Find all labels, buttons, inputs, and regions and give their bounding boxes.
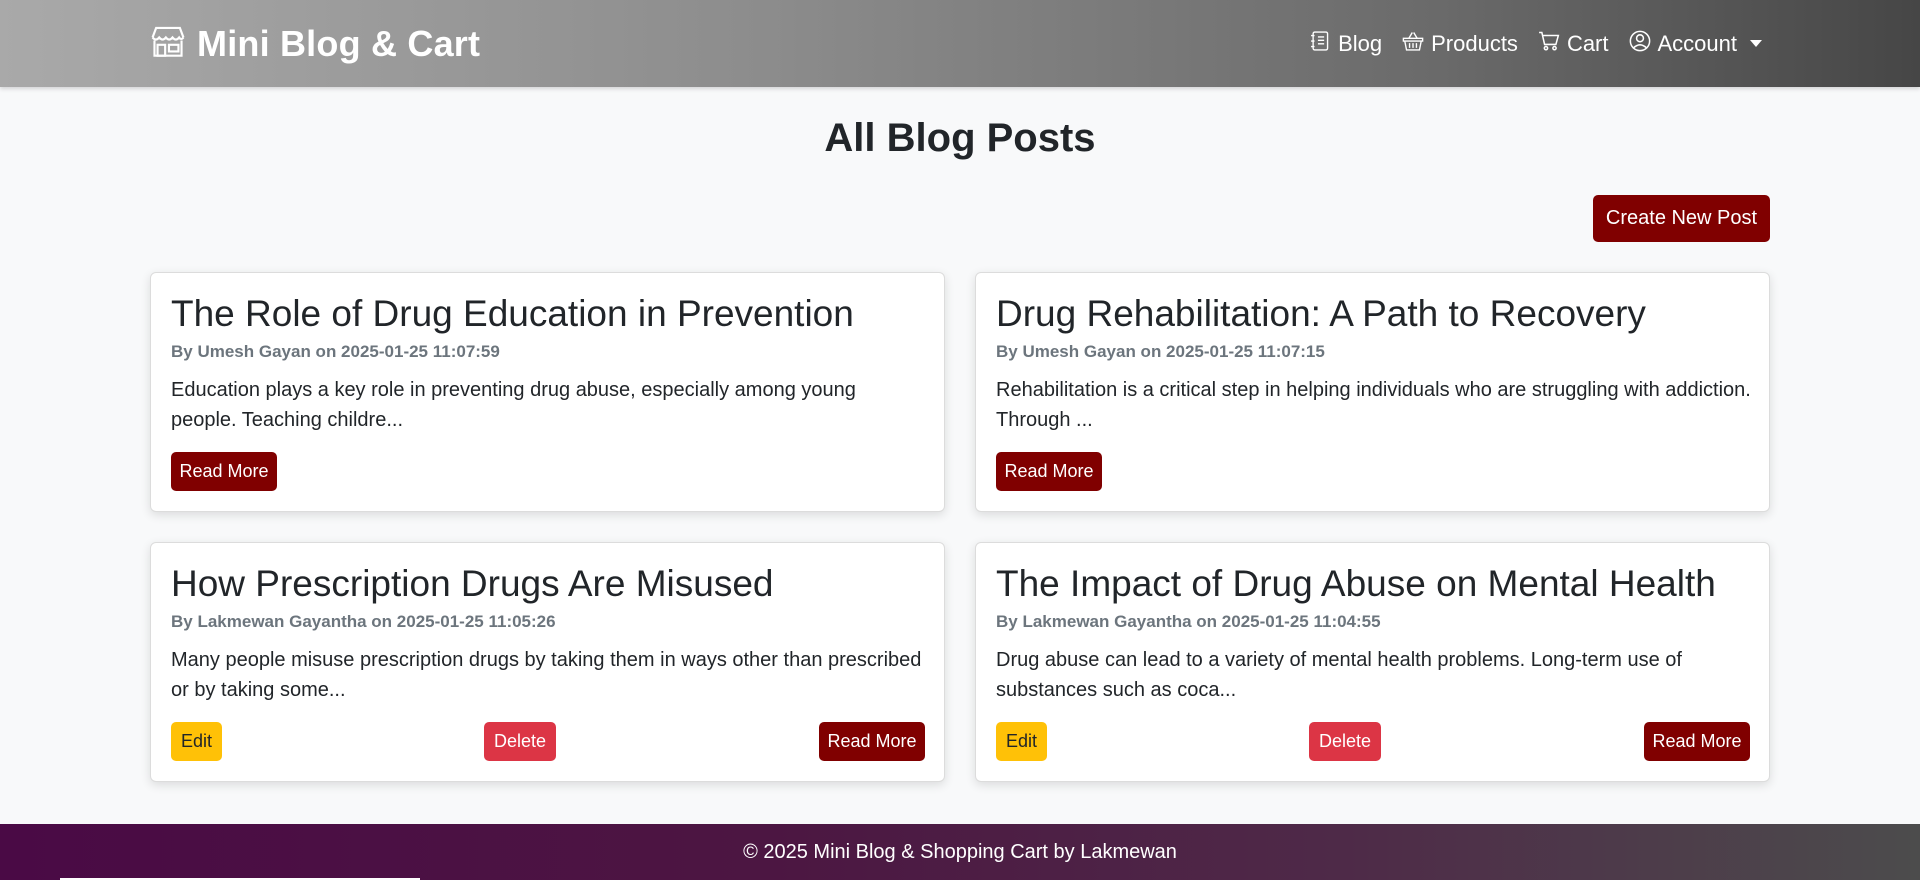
create-new-post-button[interactable]: Create New Post (1593, 195, 1770, 242)
brand-link[interactable]: Mini Blog & Cart (149, 0, 480, 87)
edit-button[interactable]: Edit (996, 722, 1047, 761)
nav-cart-label: Cart (1566, 30, 1609, 56)
page-title: All Blog Posts (824, 116, 1096, 160)
brand-name: Mini Blog & Cart (197, 22, 481, 64)
post-card: How Prescription Drugs Are Misused By La… (150, 542, 945, 782)
post-meta: By Umesh Gayan on 2025-01-25 11:07:59 (171, 342, 500, 361)
nav-cart[interactable]: Cart (1538, 30, 1609, 58)
post-title: How Prescription Drugs Are Misused (171, 563, 774, 604)
post-title: Drug Rehabilitation: A Path to Recovery (996, 293, 1646, 334)
post-meta: By Umesh Gayan on 2025-01-25 11:07:15 (996, 342, 1325, 361)
delete-button[interactable]: Delete (484, 722, 556, 761)
nav-products-label: Products (1431, 30, 1518, 56)
post-title: The Impact of Drug Abuse on Mental Healt… (996, 563, 1716, 604)
basket-icon (1402, 30, 1424, 58)
journal-icon (1309, 30, 1331, 58)
read-more-button[interactable]: Read More (996, 452, 1102, 491)
read-more-button[interactable]: Read More (1644, 722, 1750, 761)
nav-blog[interactable]: Blog (1309, 30, 1382, 58)
nav-links: Blog Products Cart Account (1309, 0, 1762, 87)
read-more-button[interactable]: Read More (819, 722, 925, 761)
nav-products[interactable]: Products (1402, 30, 1518, 58)
post-title: The Role of Drug Education in Prevention (171, 293, 854, 334)
shop-icon (149, 22, 187, 65)
nav-account-dropdown[interactable]: Account (1629, 30, 1762, 58)
edit-button[interactable]: Edit (171, 722, 222, 761)
footer-text: © 2025 Mini Blog & Shopping Cart by Lakm… (743, 840, 1177, 863)
navbar: Mini Blog & Cart Blog Products Cart Acco… (0, 0, 1920, 87)
cart-icon (1538, 30, 1560, 58)
post-meta: By Lakmewan Gayantha on 2025-01-25 11:05… (171, 612, 556, 631)
nav-account-label: Account (1657, 30, 1738, 56)
read-more-button[interactable]: Read More (171, 452, 277, 491)
nav-blog-label: Blog (1338, 30, 1383, 56)
chevron-down-icon (1750, 40, 1762, 47)
footer: © 2025 Mini Blog & Shopping Cart by Lakm… (0, 824, 1920, 880)
post-excerpt: Drug abuse can lead to a variety of ment… (996, 649, 1682, 701)
post-meta: By Lakmewan Gayantha on 2025-01-25 11:04… (996, 612, 1381, 631)
post-excerpt: Many people misuse prescription drugs by… (171, 649, 922, 701)
post-excerpt: Education plays a key role in preventing… (171, 379, 856, 431)
post-card: The Impact of Drug Abuse on Mental Healt… (975, 542, 1770, 782)
delete-button[interactable]: Delete (1309, 722, 1381, 761)
post-excerpt: Rehabilitation is a critical step in hel… (996, 379, 1751, 431)
person-circle-icon (1629, 30, 1651, 58)
post-card: Drug Rehabilitation: A Path to Recovery … (975, 272, 1770, 512)
post-card: The Role of Drug Education in Prevention… (150, 272, 945, 512)
